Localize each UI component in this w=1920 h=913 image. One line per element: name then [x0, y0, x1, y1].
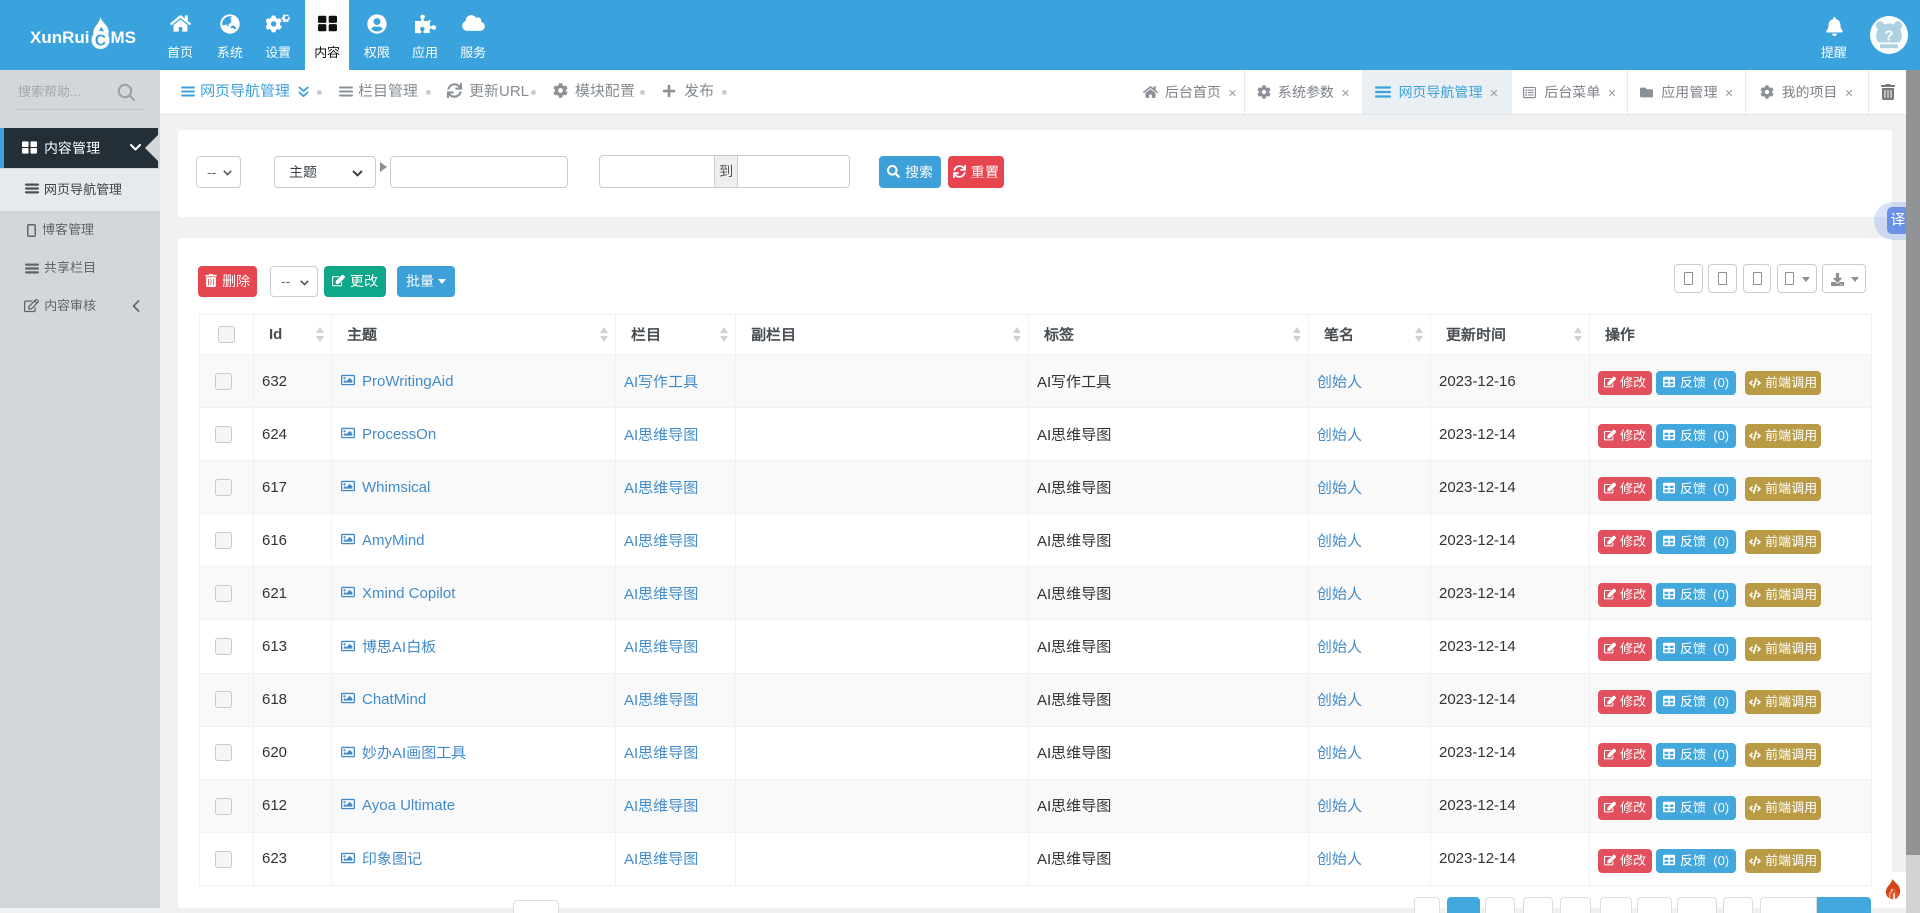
svg-text:C: C	[94, 33, 105, 50]
svg-text:?: ?	[1884, 28, 1893, 45]
